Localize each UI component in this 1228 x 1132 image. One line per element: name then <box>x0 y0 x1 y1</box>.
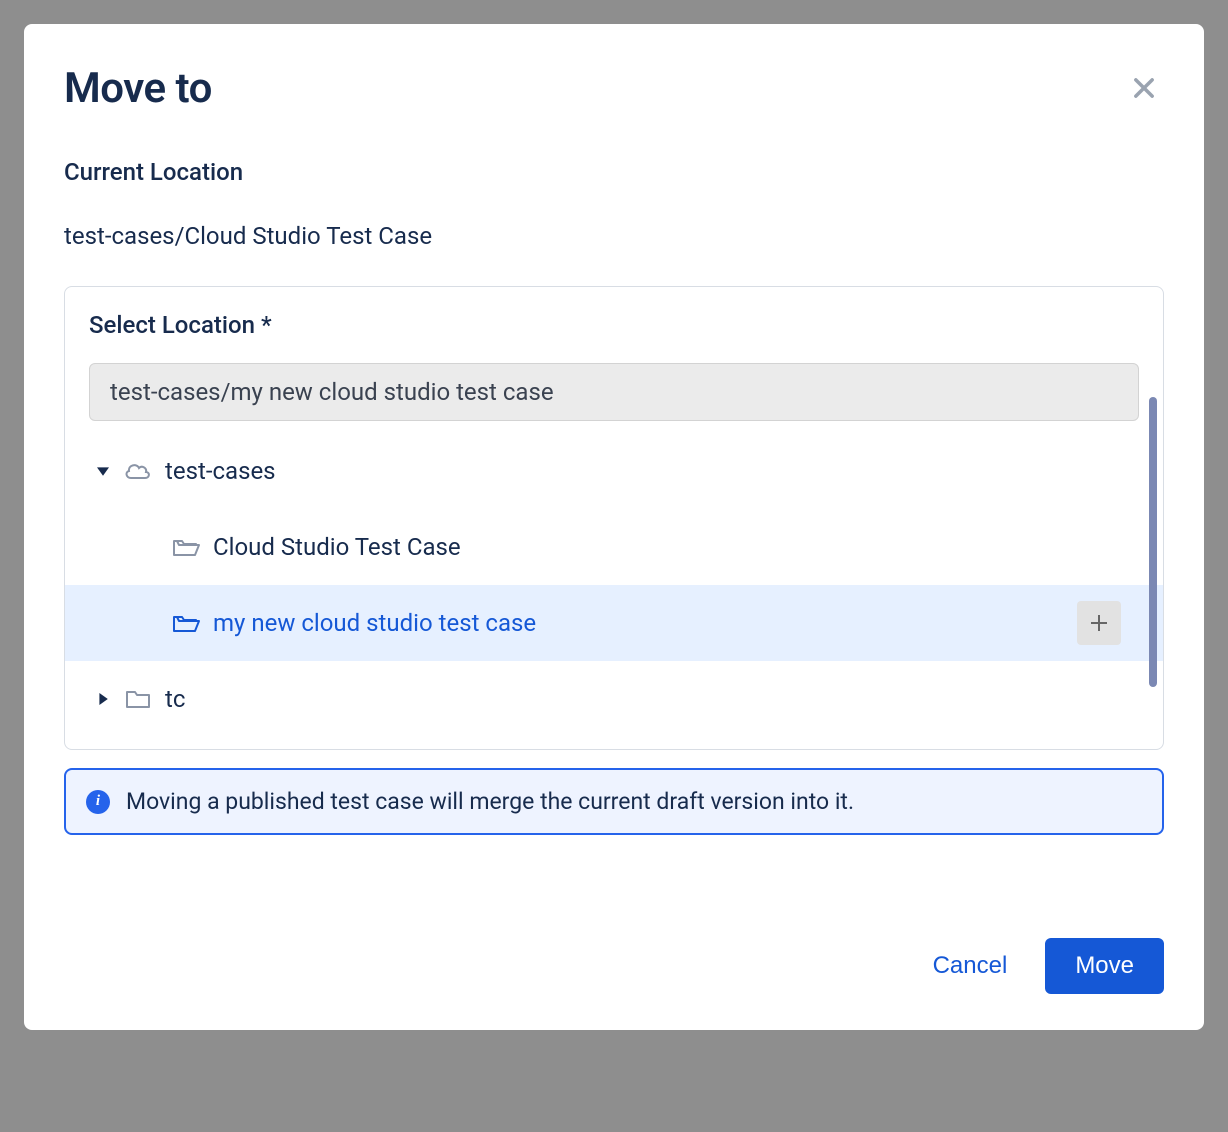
tree-node-label: my new cloud studio test case <box>213 609 536 637</box>
modal-header: Move to <box>64 64 1164 114</box>
tree-node-tc[interactable]: tc <box>65 661 1163 737</box>
info-message: Moving a published test case will merge … <box>126 788 854 815</box>
cancel-button[interactable]: Cancel <box>923 940 1018 992</box>
modal-footer: Cancel Move <box>64 898 1164 994</box>
close-icon <box>1130 74 1158 102</box>
tree-node-label: tc <box>165 685 185 713</box>
folder-closed-icon <box>121 685 155 713</box>
tree-node-label: Cloud Studio Test Case <box>213 533 461 561</box>
move-button[interactable]: Move <box>1045 938 1164 994</box>
location-tree: test-cases Cloud Studio Test Case <box>65 433 1163 737</box>
tree-node-test-cases[interactable]: test-cases <box>65 433 1163 509</box>
tree-node-cloud-studio-test-case[interactable]: Cloud Studio Test Case <box>65 509 1163 585</box>
tree-node-my-new-cloud-studio-test-case[interactable]: my new cloud studio test case <box>65 585 1163 661</box>
select-location-label: Select Location * <box>65 311 1163 339</box>
cloud-icon <box>121 457 155 485</box>
tree-scrollbar[interactable] <box>1149 397 1157 687</box>
modal-title: Move to <box>64 64 212 113</box>
location-path-input[interactable] <box>89 363 1139 421</box>
select-location-panel: Select Location * test-cases <box>64 286 1164 750</box>
move-to-modal: Move to Current Location test-cases/Clou… <box>24 24 1204 1030</box>
info-icon: i <box>86 790 110 814</box>
close-button[interactable] <box>1124 68 1164 114</box>
add-folder-button[interactable] <box>1077 601 1121 645</box>
chevron-down-icon[interactable] <box>89 465 117 477</box>
plus-icon <box>1089 613 1109 633</box>
info-banner: i Moving a published test case will merg… <box>64 768 1164 835</box>
folder-open-icon <box>169 609 203 637</box>
chevron-right-icon[interactable] <box>89 693 117 705</box>
current-location-label: Current Location <box>64 158 1164 186</box>
tree-node-label: test-cases <box>165 457 276 485</box>
current-location-value: test-cases/Cloud Studio Test Case <box>64 222 1164 250</box>
folder-open-icon <box>169 533 203 561</box>
